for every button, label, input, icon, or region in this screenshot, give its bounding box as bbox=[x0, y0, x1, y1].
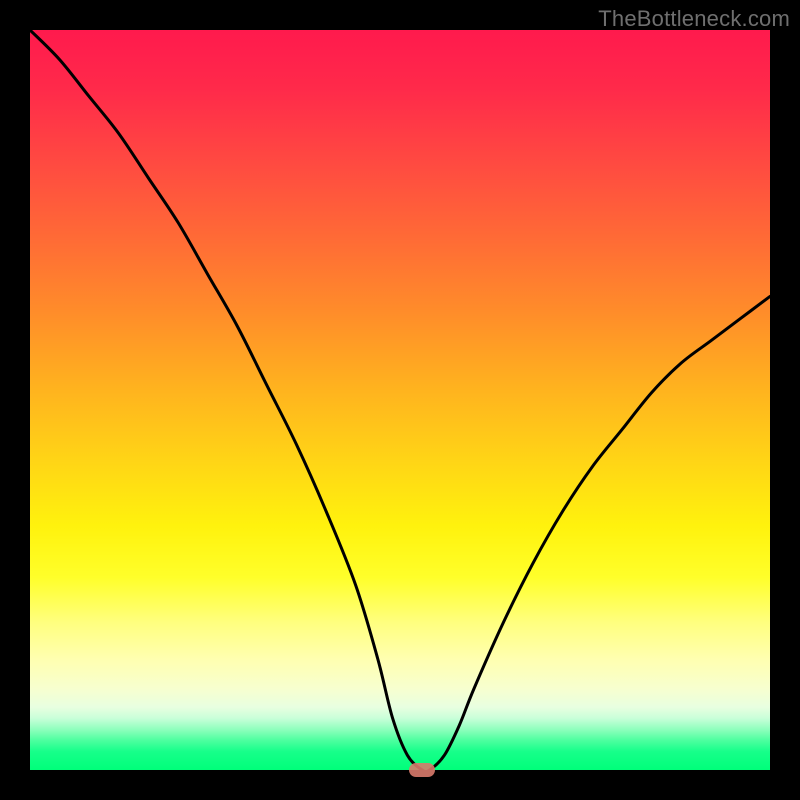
plot-area bbox=[30, 30, 770, 770]
chart-frame: TheBottleneck.com bbox=[0, 0, 800, 800]
watermark-text: TheBottleneck.com bbox=[598, 6, 790, 32]
optimal-point-marker bbox=[409, 763, 435, 777]
bottleneck-curve bbox=[30, 30, 770, 770]
